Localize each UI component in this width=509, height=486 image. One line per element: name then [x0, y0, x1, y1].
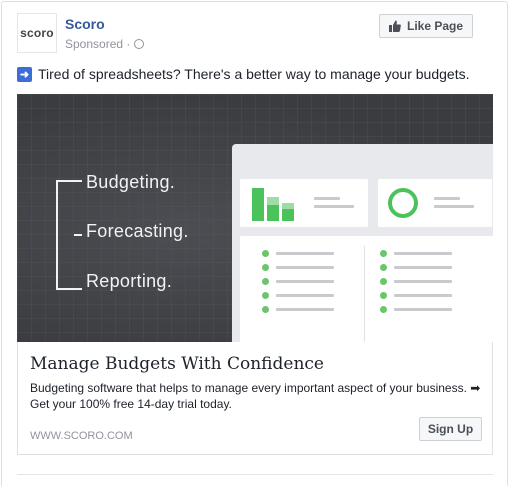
- logo-text: scoro: [20, 26, 54, 40]
- ad-image[interactable]: Budgeting. Forecasting. Reporting.: [17, 94, 493, 342]
- bracket-tick: [74, 180, 82, 182]
- mini-bar: [252, 188, 264, 221]
- like-page-label: Like Page: [406, 19, 464, 33]
- placeholder-line: [434, 205, 474, 208]
- mini-bar-chart: [252, 187, 304, 221]
- placeholder-line: [394, 280, 452, 283]
- sign-up-button[interactable]: Sign Up: [419, 417, 482, 441]
- link-headline[interactable]: Manage Budgets With Confidence: [30, 354, 324, 374]
- placeholder-line: [276, 266, 334, 269]
- check-dot-icon: [262, 278, 269, 285]
- mini-bar: [282, 203, 294, 209]
- link-description: Budgeting software that helps to manage …: [30, 381, 481, 411]
- check-dot-icon: [380, 250, 387, 257]
- dashboard-mockup: [232, 144, 493, 342]
- chart-panel: [240, 179, 368, 227]
- check-dot-icon: [262, 292, 269, 299]
- checklist-panel: [240, 236, 493, 342]
- like-page-button[interactable]: Like Page: [379, 14, 473, 38]
- check-dot-icon: [380, 292, 387, 299]
- donut-panel: [378, 179, 492, 227]
- image-word-reporting: Reporting.: [86, 271, 173, 291]
- image-word-forecasting: Forecasting.: [86, 221, 189, 241]
- sponsored-label[interactable]: Sponsored ·: [65, 37, 145, 51]
- placeholder-line: [394, 266, 452, 269]
- check-dot-icon: [262, 264, 269, 271]
- placeholder-line: [434, 197, 460, 200]
- check-dot-icon: [380, 306, 387, 313]
- image-word-budgeting: Budgeting.: [86, 172, 176, 192]
- placeholder-line: [314, 205, 354, 208]
- page-logo[interactable]: scoro: [17, 13, 57, 53]
- placeholder-line: [394, 252, 452, 255]
- thumbs-up-icon: [388, 20, 401, 32]
- placeholder-line: [394, 308, 452, 311]
- link-preview[interactable]: Manage Budgets With Confidence Budgeting…: [17, 342, 493, 455]
- sponsored-text: Sponsored ·: [65, 37, 131, 51]
- check-dot-icon: [380, 264, 387, 271]
- placeholder-line: [276, 280, 334, 283]
- post-message: ➜ Tired of spreadsheets? There's a bette…: [17, 66, 469, 82]
- placeholder-line: [314, 197, 340, 200]
- check-dot-icon: [262, 306, 269, 313]
- globe-icon: [134, 39, 145, 49]
- mini-bar: [267, 197, 279, 205]
- reactions-divider: [17, 474, 493, 475]
- bracket-tick: [74, 288, 82, 290]
- check-dot-icon: [380, 278, 387, 285]
- placeholder-line: [276, 252, 334, 255]
- placeholder-line: [276, 294, 334, 297]
- placeholder-line: [276, 308, 334, 311]
- placeholder-line: [394, 294, 452, 297]
- bracket-line: [56, 180, 74, 290]
- donut-ring-icon: [388, 188, 418, 218]
- right-arrow-emoji-icon: ➜: [17, 66, 32, 82]
- page-name-link[interactable]: Scoro: [65, 16, 105, 32]
- link-domain: WWW.SCORO.COM: [30, 430, 133, 442]
- checklist-divider: [364, 246, 365, 342]
- post-message-text: Tired of spreadsheets? There's a better …: [38, 66, 470, 82]
- bracket-tick: [74, 234, 82, 236]
- mini-bar: [267, 205, 279, 221]
- check-dot-icon: [262, 250, 269, 257]
- mini-bar: [282, 209, 294, 221]
